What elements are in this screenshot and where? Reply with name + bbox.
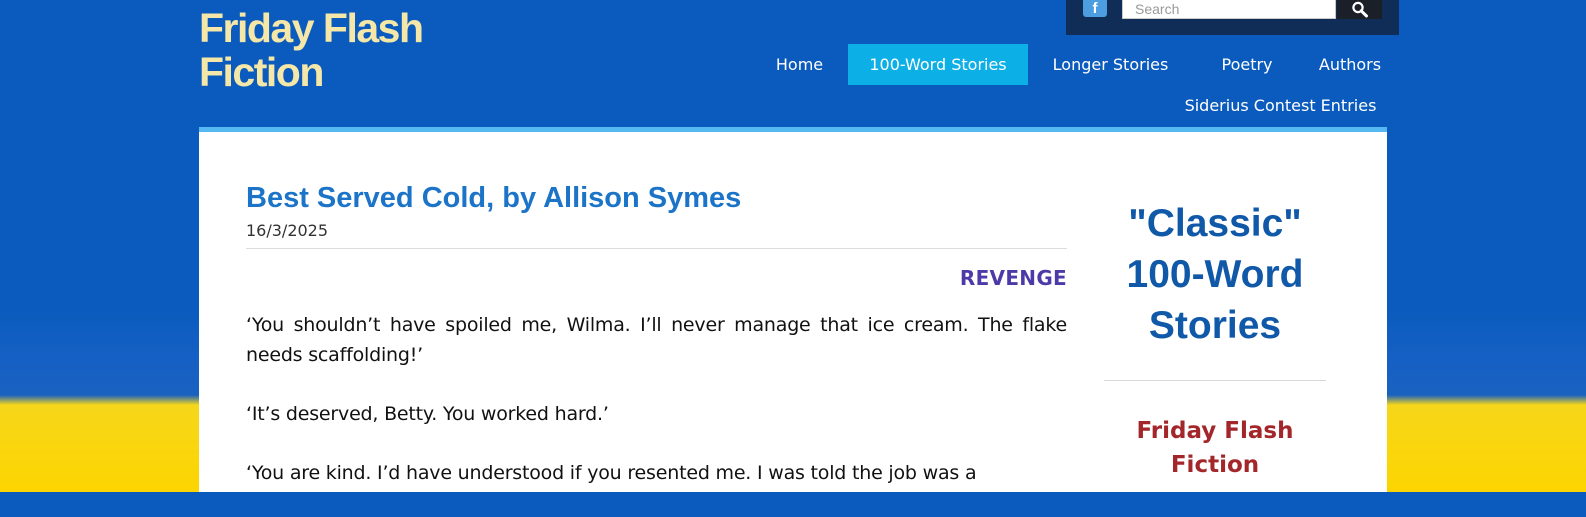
content-area: Best Served Cold, by Allison Symes 16/3/… <box>199 132 1387 492</box>
facebook-icon[interactable]: f <box>1083 0 1107 17</box>
site-title[interactable]: Friday Flash Fiction <box>199 6 529 94</box>
nav-poetry[interactable]: Poetry <box>1198 44 1296 85</box>
post-body: ‘You shouldn’t have spoiled me, Wilma. I… <box>246 310 1067 517</box>
post-paragraph: ‘You are kind. I’d have understood if yo… <box>246 462 977 484</box>
search-icon <box>1351 1 1368 18</box>
post-category: REVENGE <box>959 266 1067 290</box>
nav-longer-stories[interactable]: Longer Stories <box>1038 44 1183 85</box>
nav-home[interactable]: Home <box>758 44 841 85</box>
post-title[interactable]: Best Served Cold, by Allison Symes <box>246 182 741 215</box>
post-date: 16/3/2025 <box>246 221 329 240</box>
search-input[interactable] <box>1122 0 1336 19</box>
nav-authors[interactable]: Authors <box>1300 44 1400 85</box>
nav-100-word-stories[interactable]: 100-Word Stories <box>848 44 1028 85</box>
top-bar: f <box>1066 0 1399 35</box>
sidebar-subheading: Friday Flash Fiction <box>1136 418 1294 478</box>
post-divider <box>246 248 1067 249</box>
post-paragraph: ‘It’s deserved, Betty. You worked hard.’ <box>246 403 609 425</box>
sidebar-heading: "Classic" 100-Word Stories <box>1126 202 1304 347</box>
sidebar-divider <box>1104 380 1326 381</box>
nav-siderius-contest-entries[interactable]: Siderius Contest Entries <box>1170 85 1391 126</box>
post-paragraph: ‘You shouldn’t have spoiled me, Wilma. I… <box>246 314 1067 366</box>
search-button[interactable] <box>1337 0 1382 19</box>
